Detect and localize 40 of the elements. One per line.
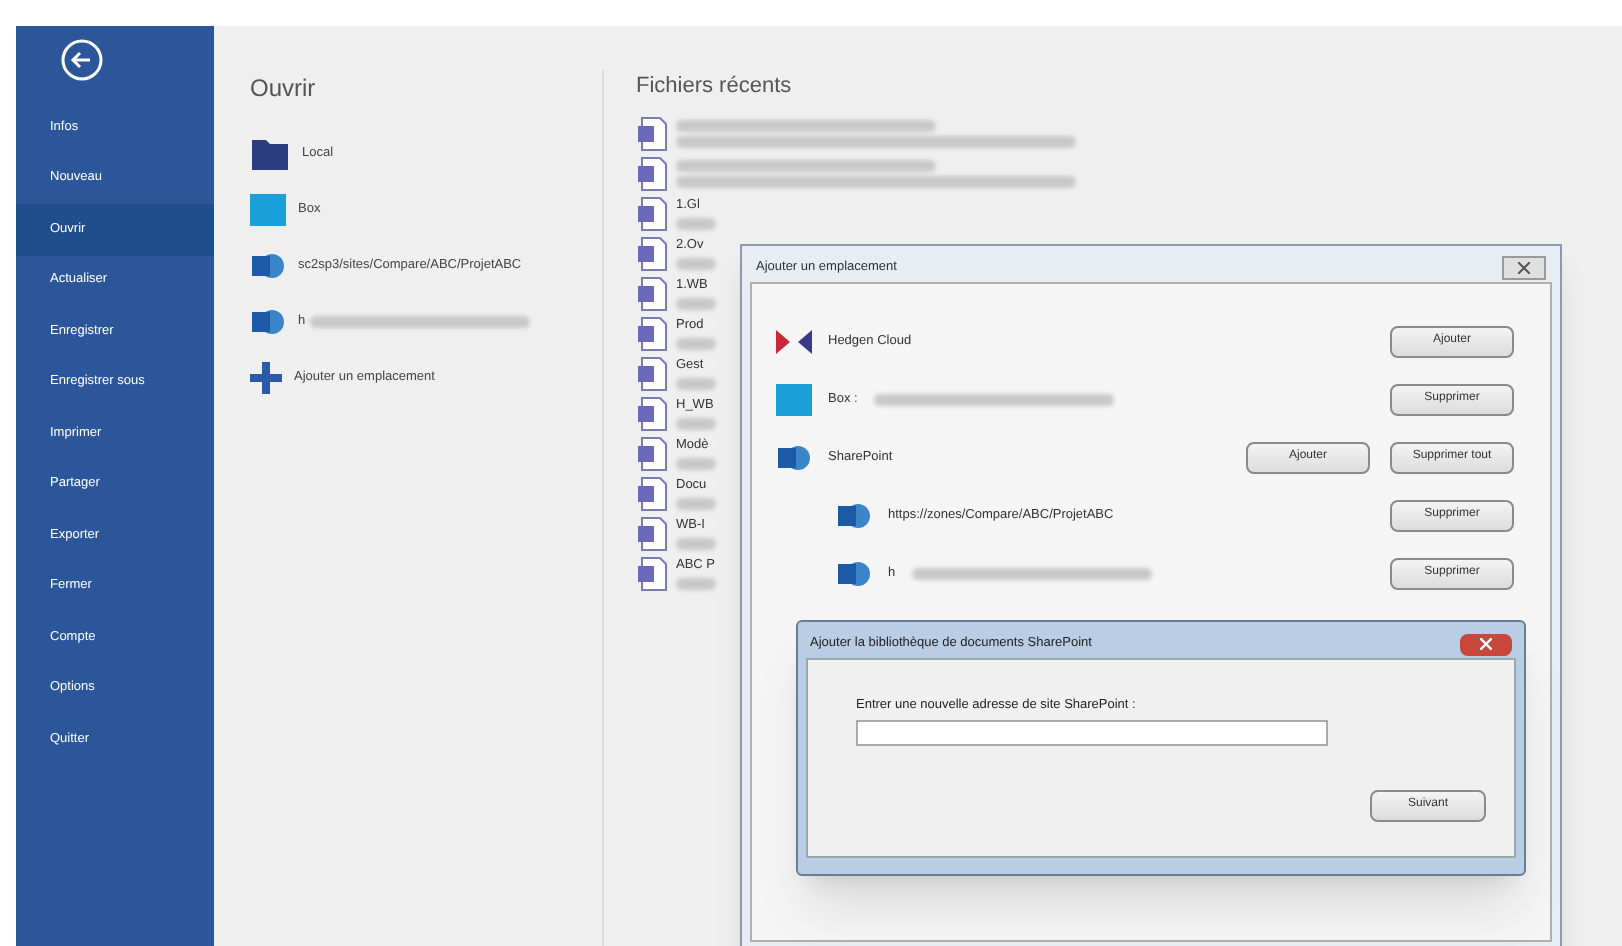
redacted-text	[676, 258, 716, 271]
document-icon	[636, 555, 668, 591]
document-icon	[636, 395, 668, 431]
box-logo-icon	[250, 194, 286, 226]
document-icon	[636, 235, 668, 271]
document-icon	[636, 475, 668, 511]
redacted-text	[676, 418, 716, 431]
section-title: Fichiers récents	[636, 72, 794, 102]
plus-icon	[250, 362, 282, 394]
redacted-text	[676, 498, 716, 511]
document-icon	[636, 435, 668, 471]
sharepoint-icon	[836, 499, 872, 531]
close-button[interactable]	[1460, 633, 1512, 655]
close-button[interactable]	[1502, 256, 1546, 280]
document-icon	[636, 355, 668, 391]
cloud-logo-icon	[776, 325, 812, 357]
back-icon[interactable]	[60, 38, 104, 82]
document-icon	[636, 275, 668, 311]
redacted-text	[676, 338, 716, 351]
sharepoint-icon	[250, 250, 286, 282]
address-field[interactable]	[856, 719, 1328, 746]
redacted-text	[676, 378, 716, 391]
sharepoint-icon	[250, 306, 286, 338]
redacted-text	[676, 218, 716, 231]
document-icon	[636, 195, 668, 231]
document-icon	[636, 515, 668, 551]
sharepoint-icon	[776, 441, 812, 473]
document-icon	[636, 155, 668, 191]
redacted-text	[676, 458, 716, 471]
close-icon	[1480, 638, 1492, 650]
section-title: Ouvrir	[250, 72, 318, 106]
box-logo-icon	[776, 383, 812, 415]
close-icon	[1518, 262, 1530, 274]
document-icon	[636, 315, 668, 351]
document-icon	[636, 115, 668, 151]
redacted-text	[676, 298, 716, 311]
redacted-text	[676, 538, 716, 551]
folder-icon	[250, 136, 290, 172]
sharepoint-icon	[836, 557, 872, 589]
redacted-text	[676, 578, 716, 591]
